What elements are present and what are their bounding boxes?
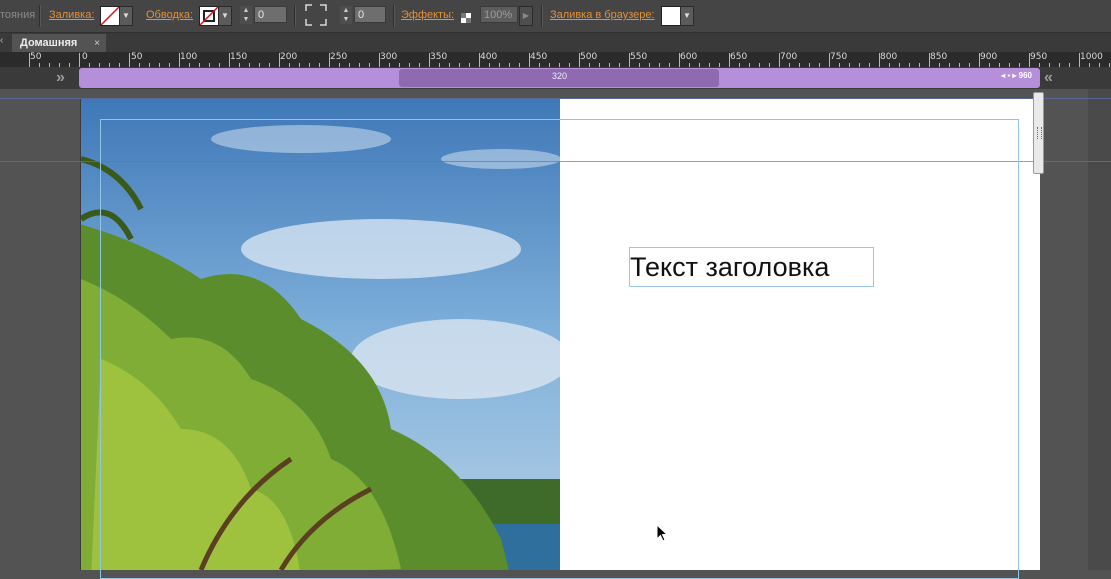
chevron-down-icon: ▼: [683, 11, 691, 20]
tab-home[interactable]: Домашняя ×: [12, 34, 106, 53]
page-resize-handle[interactable]: [1033, 92, 1044, 174]
breakpoint-range[interactable]: 320 ◂ ▪ ▸ 960: [79, 68, 1040, 88]
ruler-tick: [779, 53, 780, 67]
ruler-label: 50: [30, 52, 42, 62]
stroke-label[interactable]: Обводка:: [146, 9, 193, 21]
ruler-tick: [229, 53, 230, 67]
ruler-tick: [629, 53, 630, 67]
ruler-label: 900: [980, 52, 998, 62]
horizontal-guide[interactable]: [0, 98, 1111, 99]
heading-text-frame[interactable]: Текст заголовка: [629, 247, 874, 287]
ruler-label: 700: [780, 52, 798, 62]
fill-label[interactable]: Заливка:: [49, 9, 94, 21]
ruler-tick: [429, 53, 430, 67]
chevron-down-icon: ▼: [122, 11, 130, 20]
breakpoint-960-value: 960: [1018, 71, 1032, 80]
fill-swatch[interactable]: [100, 6, 120, 26]
ruler-label: 1000: [1080, 52, 1103, 62]
double-chevron-right-icon[interactable]: »: [56, 69, 65, 87]
ruler-label: 200: [280, 52, 298, 62]
ruler-label: 250: [330, 52, 348, 62]
corner-radius-icon: [305, 4, 327, 31]
ruler-label: 550: [630, 52, 648, 62]
tab-home-label: Домашняя: [20, 37, 78, 49]
ruler-label: 100: [180, 52, 198, 62]
toolbar-divider: [541, 5, 543, 27]
ruler-tick: [829, 53, 830, 67]
ruler-label: 300: [380, 52, 398, 62]
ruler-label: 850: [930, 52, 948, 62]
double-chevron-left-icon[interactable]: «: [1044, 69, 1053, 87]
corner-radius-input[interactable]: 0: [354, 6, 386, 23]
ruler-tick: [1029, 53, 1030, 67]
chevron-down-icon: ▼: [221, 11, 229, 20]
ruler-tick: [179, 53, 180, 67]
ruler-label: 0: [82, 52, 88, 62]
ruler-label: 150: [230, 52, 248, 62]
opacity-slider-button[interactable]: ▶: [519, 6, 533, 26]
ruler-label: 50: [131, 52, 143, 62]
effects-label[interactable]: Эффекты:: [401, 9, 454, 21]
toolbar-divider: [39, 5, 41, 27]
ruler-label: 950: [1030, 52, 1048, 62]
ruler-tick: [379, 53, 380, 67]
ruler-tick: [29, 53, 30, 67]
stroke-swatch[interactable]: [199, 6, 219, 26]
breakpoint-320-label: 320: [551, 71, 568, 81]
stroke-dropdown-button[interactable]: ▼: [218, 6, 232, 26]
ruler-label: 750: [830, 52, 848, 62]
close-icon[interactable]: ×: [94, 34, 100, 53]
ruler-label: 800: [880, 52, 898, 62]
no-fill-icon: [101, 7, 119, 25]
ruler-tick: [579, 53, 580, 67]
properties-toolbar: тояния Заливка: ▼ Обводка: ▼ ▲ ▼ 0 ▲ ▼ 0 Э…: [0, 0, 1111, 33]
browser-fill-dropdown-button[interactable]: ▼: [680, 6, 694, 26]
fill-dropdown-button[interactable]: ▼: [119, 6, 133, 26]
ruler-label: 450: [530, 52, 548, 62]
ruler-tick: [479, 53, 480, 67]
scroll-left-icon[interactable]: ‹: [0, 35, 3, 46]
no-stroke-icon: [200, 7, 218, 25]
ruler-tick: [879, 53, 880, 67]
ruler-tick: [329, 53, 330, 67]
mouse-cursor-icon: [656, 523, 669, 547]
ruler-tick: [1079, 53, 1080, 67]
ruler-label: 600: [680, 52, 698, 62]
ruler-label: 400: [480, 52, 498, 62]
ruler-tick: [279, 53, 280, 67]
heading-text[interactable]: Текст заголовка: [630, 252, 829, 283]
transparency-icon: [461, 10, 471, 28]
ruler-label: 500: [580, 52, 598, 62]
ruler-label: 650: [730, 52, 748, 62]
corner-radius-stepper[interactable]: ▲ ▼: [340, 6, 352, 24]
browser-fill-swatch[interactable]: [661, 6, 681, 26]
document-tab-bar: ‹ Домашняя ×: [0, 33, 1111, 53]
states-label: тояния: [0, 9, 36, 21]
ruler-label: 350: [430, 52, 448, 62]
ruler-tick: [529, 53, 530, 67]
play-icon: ▶: [522, 11, 530, 20]
breakpoint-bar: » 320 ◂ ▪ ▸ 960 «: [0, 67, 1111, 89]
ruler-tick: [929, 53, 930, 67]
ruler-tick: [979, 53, 980, 67]
page-margin-guide: [100, 119, 1019, 579]
toolbar-divider: [393, 5, 395, 27]
ruler-tick: [729, 53, 730, 67]
stroke-width-stepper[interactable]: ▲ ▼: [240, 6, 252, 24]
breakpoint-960-label[interactable]: ◂ ▪ ▸ 960: [1001, 71, 1032, 80]
stroke-width-input[interactable]: 0: [254, 6, 287, 23]
browser-fill-label[interactable]: Заливка в браузере:: [550, 9, 655, 21]
ruler-tick: [129, 53, 130, 67]
horizontal-ruler[interactable]: 50 0 50 100 150 200 250 300 350 400 450 …: [0, 52, 1111, 68]
ruler-tick: [679, 53, 680, 67]
grip-icon: [1037, 127, 1042, 139]
ruler-tick: [79, 53, 80, 67]
opacity-input[interactable]: 100%: [480, 6, 518, 23]
toolbar-divider: [294, 5, 296, 27]
